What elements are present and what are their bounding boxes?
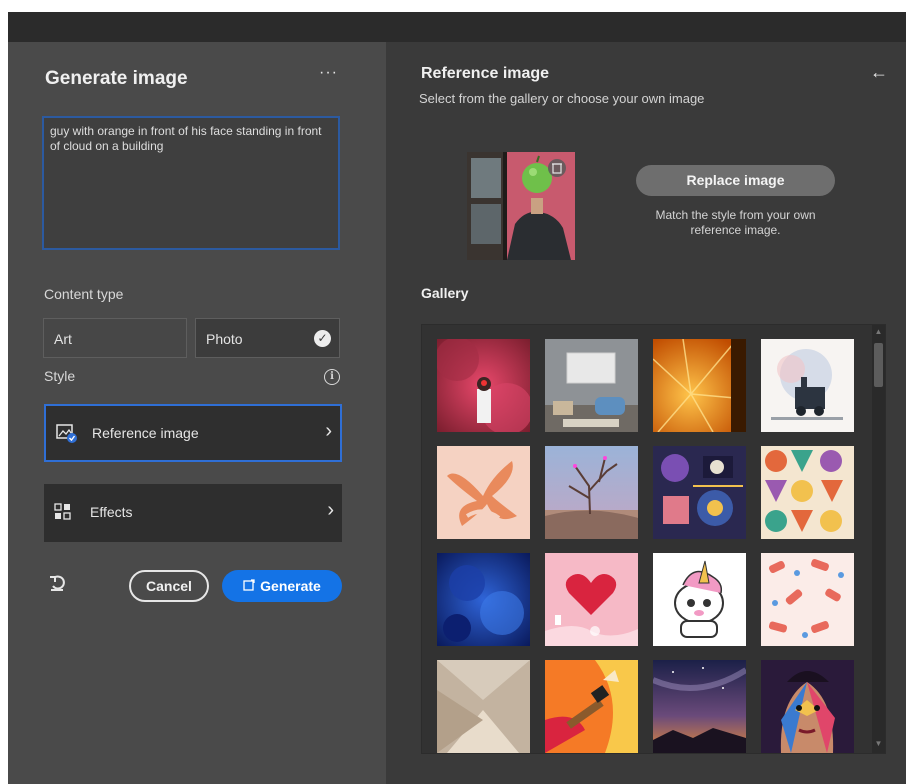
gallery-thumbnail[interactable] (545, 446, 638, 539)
checkmark-icon: ✓ (314, 330, 331, 347)
reference-image-thumbnail[interactable] (467, 152, 575, 260)
style-effects-row[interactable]: Effects › (44, 484, 342, 542)
arrow-left-icon[interactable]: ← (870, 62, 888, 83)
gallery-scrollbar-thumb[interactable] (874, 343, 883, 387)
content-type-label: Content type (44, 286, 124, 302)
content-type-art-button[interactable]: Art (43, 318, 187, 358)
prompt-textarea[interactable]: guy with orange in front of his face sta… (42, 116, 340, 250)
style-effects-label: Effects (90, 504, 133, 520)
more-options-button[interactable]: ··· (319, 64, 338, 82)
gallery-grid: ▲ ▼ (421, 324, 886, 754)
prompt-text[interactable]: guy with orange in front of his face sta… (50, 124, 330, 154)
cancel-button[interactable]: Cancel (129, 570, 209, 602)
gallery-thumbnail[interactable] (653, 339, 746, 432)
gallery-thumbnail[interactable] (437, 660, 530, 753)
gallery-thumbnail[interactable] (545, 660, 638, 753)
scroll-up-icon[interactable]: ▲ (872, 327, 885, 336)
scroll-down-icon[interactable]: ▼ (872, 739, 885, 748)
reference-image-panel: Reference image Select from the gallery … (386, 42, 906, 784)
effects-icon (54, 503, 74, 526)
style-label: Style (44, 368, 76, 384)
gallery-thumbnail[interactable] (437, 446, 530, 539)
gallery-thumbnail[interactable] (653, 660, 746, 753)
content-type-art-label: Art (54, 331, 72, 347)
style-reference-image-row[interactable]: Reference image › (44, 404, 342, 462)
content-type-photo-label: Photo (206, 331, 243, 347)
reset-icon[interactable] (48, 573, 68, 598)
replace-image-help-text: Match the style from your own reference … (655, 208, 816, 237)
gallery-thumbnail[interactable] (437, 553, 530, 646)
panel-title: Generate image (45, 68, 188, 89)
gallery-thumbnail[interactable] (653, 446, 746, 539)
gallery-thumbnail[interactable] (437, 339, 530, 432)
reference-panel-title: Reference image (421, 65, 550, 82)
info-icon[interactable]: i (324, 369, 340, 385)
gallery-thumbnail[interactable] (545, 553, 638, 646)
gallery-scrollbar[interactable] (872, 325, 885, 753)
reference-panel-subtitle: Select from the gallery or choose your o… (419, 91, 705, 106)
reference-image-icon (56, 424, 78, 449)
chevron-right-icon: › (325, 420, 332, 442)
gallery-thumbnail[interactable] (761, 660, 854, 753)
gallery-label: Gallery (421, 285, 469, 301)
generate-panel: Generate image ··· guy with orange in fr… (8, 42, 386, 784)
content-type-photo-button[interactable]: Photo ✓ (195, 318, 340, 358)
gallery-thumbnail[interactable] (545, 339, 638, 432)
replace-image-button[interactable]: Replace image (636, 165, 835, 196)
generate-button[interactable]: Generate (222, 570, 342, 602)
gallery-thumbnail[interactable] (653, 553, 746, 646)
gallery-thumbnail[interactable] (761, 553, 854, 646)
style-reference-image-label: Reference image (92, 425, 199, 441)
generate-label: Generate (260, 578, 321, 594)
generate-icon (243, 570, 255, 602)
chevron-right-icon: › (327, 499, 334, 521)
gallery-thumbnail[interactable] (761, 339, 854, 432)
gallery-thumbnail[interactable] (761, 446, 854, 539)
